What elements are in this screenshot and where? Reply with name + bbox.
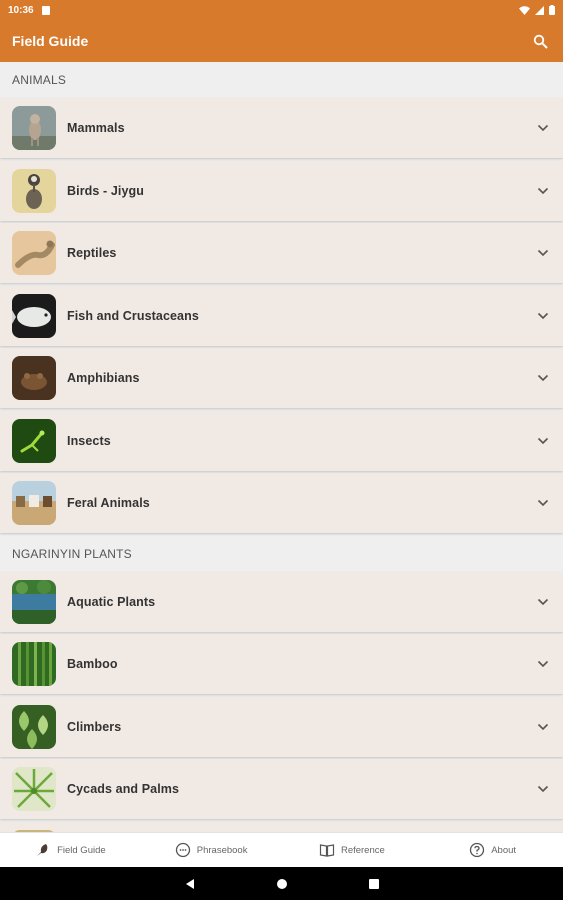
list-item-climbers[interactable]: Climbers [0, 696, 563, 757]
chevron-down-icon [535, 370, 551, 386]
list-item-amphibians[interactable]: Amphibians [0, 348, 563, 408]
list-item-label: Reptiles [67, 246, 117, 260]
list-item-label: Cycads and Palms [67, 782, 180, 796]
system-navigation-bar [0, 867, 563, 900]
palm-thumbnail [12, 767, 56, 811]
nav-label: Phrasebook [196, 844, 248, 856]
fish-thumbnail [12, 293, 56, 338]
mammal-thumbnail [12, 106, 56, 150]
chevron-down-icon [535, 656, 551, 672]
list-item-label: Amphibians [67, 371, 140, 385]
chevron-down-icon [535, 594, 551, 610]
list-item-reptiles[interactable]: Reptiles [0, 223, 563, 283]
section-header-plants: NGARINYIN PLANTS [0, 535, 563, 572]
aquatic-plant-thumbnail [12, 579, 56, 624]
back-icon[interactable] [183, 877, 197, 891]
section-header-animals: ANIMALS [0, 62, 563, 98]
list-item-cycads-palms[interactable]: Cycads and Palms [0, 759, 563, 819]
list-item-feral-animals[interactable]: Feral Animals [0, 473, 563, 533]
category-list[interactable]: ANIMALS Mammals Birds - Jiygu Reptiles F… [0, 62, 563, 832]
nav-label: About [491, 844, 517, 856]
chevron-down-icon [535, 433, 551, 449]
recents-icon[interactable] [367, 877, 381, 891]
chevron-down-icon [535, 781, 551, 797]
chevron-down-icon [535, 495, 551, 511]
bird-thumbnail [12, 168, 56, 213]
reptile-thumbnail [12, 231, 56, 275]
nav-label: Reference [340, 844, 385, 856]
app-bar: Field Guide [0, 20, 563, 62]
nav-field-guide[interactable]: Field Guide [0, 833, 141, 867]
nav-about[interactable]: About [422, 833, 563, 867]
chat-bubble-icon [175, 842, 190, 858]
list-item-birds[interactable]: Birds - Jiygu [0, 160, 563, 221]
home-icon[interactable] [275, 877, 289, 891]
chevron-down-icon [535, 120, 551, 136]
help-circle-icon [470, 842, 485, 858]
list-item-label: Insects [67, 433, 111, 448]
app-title: Field Guide [12, 33, 89, 49]
signal-icon [535, 5, 544, 15]
list-item-label: Feral Animals [67, 496, 150, 510]
insect-thumbnail [12, 418, 56, 463]
sim-icon [41, 5, 50, 15]
status-bar: 10:36 [0, 0, 563, 20]
list-item-insects[interactable]: Insects [0, 410, 563, 471]
battery-icon [549, 5, 555, 15]
list-item-bamboo[interactable]: Bamboo [0, 634, 563, 694]
nav-phrasebook[interactable]: Phrasebook [141, 833, 282, 867]
search-icon[interactable] [529, 30, 551, 52]
list-item-label: Fish and Crustaceans [67, 308, 199, 323]
list-item-aquatic-plants[interactable]: Aquatic Plants [0, 571, 563, 632]
book-icon [319, 844, 335, 857]
bird-icon [37, 844, 48, 856]
list-item-label: Climbers [67, 719, 122, 734]
list-item-partial[interactable] [0, 821, 563, 832]
clock: 10:36 [8, 4, 34, 16]
nav-reference[interactable]: Reference [282, 833, 423, 867]
frog-thumbnail [12, 356, 56, 400]
list-item-label: Bamboo [67, 657, 118, 671]
bamboo-thumbnail [12, 642, 56, 686]
chevron-down-icon [535, 183, 551, 199]
list-item-fish[interactable]: Fish and Crustaceans [0, 285, 563, 346]
chevron-down-icon [535, 308, 551, 324]
bottom-navigation: Field Guide Phrasebook Reference About [0, 832, 563, 867]
climber-thumbnail [12, 704, 56, 749]
list-item-label: Mammals [67, 121, 125, 135]
nav-label: Field Guide [57, 844, 106, 856]
list-item-mammals[interactable]: Mammals [0, 98, 563, 158]
chevron-down-icon [535, 245, 551, 261]
wifi-icon [519, 5, 530, 15]
list-item-label: Birds - Jiygu [67, 183, 145, 198]
feral-thumbnail [12, 481, 56, 525]
list-item-label: Aquatic Plants [67, 594, 156, 609]
chevron-down-icon [535, 719, 551, 735]
